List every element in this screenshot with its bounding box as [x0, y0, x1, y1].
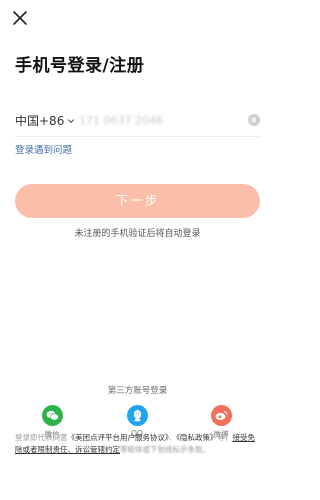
user-agreement-link[interactable]: 《美团点评平台用户服务协议》	[68, 433, 169, 442]
clear-button[interactable]	[248, 114, 260, 126]
phone-input[interactable]	[79, 109, 229, 131]
close-button[interactable]	[10, 8, 30, 28]
privacy-policy-link[interactable]: 《隐私政策》	[176, 433, 217, 442]
agreement-middle: 等，	[217, 433, 233, 442]
agreement-prefix: 登录即代表同意	[15, 433, 68, 442]
next-button[interactable]: 下一步	[15, 184, 260, 218]
wechat-icon	[46, 410, 59, 421]
agreement-suffix: 等粗体或下划线标示条款。	[120, 445, 210, 454]
qq-icon	[132, 409, 143, 422]
third-party-title: 第三方账号登录	[107, 386, 168, 396]
chevron-down-icon	[67, 117, 75, 125]
weibo-icon	[215, 410, 228, 421]
page-title: 手机号登录/注册	[15, 56, 145, 76]
auto-register-hint: 未注册的手机验证后将自动登录	[74, 229, 201, 239]
clear-icon	[248, 114, 260, 126]
agreement-text: 登录即代表同意《美团点评平台用户服务协议》、《隐私政策》等，接受免除或者限制责任…	[15, 432, 257, 456]
country-code-label: 中国+86	[15, 114, 65, 128]
country-code-selector[interactable]: 中国+86	[15, 112, 75, 129]
close-icon	[10, 8, 30, 28]
login-trouble-link[interactable]: 登录遇到问题	[15, 142, 72, 156]
phone-row: 中国+86	[15, 108, 260, 137]
